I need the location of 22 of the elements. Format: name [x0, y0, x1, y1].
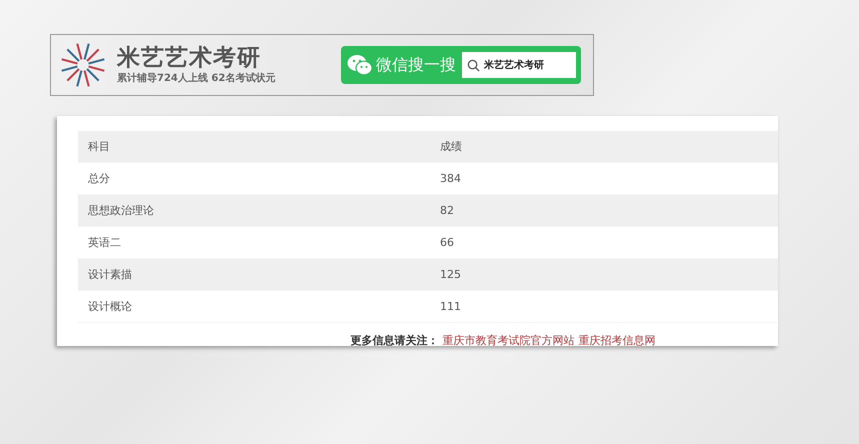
search-field[interactable]: 米艺艺术考研 [462, 52, 576, 78]
footer-text: 更多信息请关注： [350, 333, 438, 348]
column-header: 成绩 [439, 139, 462, 154]
table-cell-text: 82 [439, 204, 454, 217]
table-cell-text: 思想政治理论 [87, 203, 155, 218]
logo-icon [59, 41, 107, 89]
link[interactable]: 重庆市教育考试院官方网站 [442, 333, 574, 348]
link[interactable]: 重庆招考信息网 [578, 333, 656, 348]
table-cell-text: 设计概论 [87, 299, 133, 314]
search-icon [467, 58, 480, 72]
brand-subtitle: 累计辅导724人上线 62名考试状元 [117, 72, 276, 86]
table-cell-text: 111 [439, 300, 461, 313]
table-cell-text: 66 [439, 236, 454, 249]
table-cell-text: 英语二 [87, 235, 122, 250]
chat-icon [347, 54, 373, 76]
brand-title: 米艺艺术考研 [117, 44, 262, 72]
table-cell-text: 设计素描 [87, 267, 133, 282]
search-label: 微信搜一搜 [376, 54, 456, 76]
table-cell-text: 125 [439, 268, 461, 281]
table-cell-text: 384 [439, 172, 461, 185]
table-cell-text: 总分 [87, 171, 111, 186]
column-header: 科目 [87, 139, 111, 154]
